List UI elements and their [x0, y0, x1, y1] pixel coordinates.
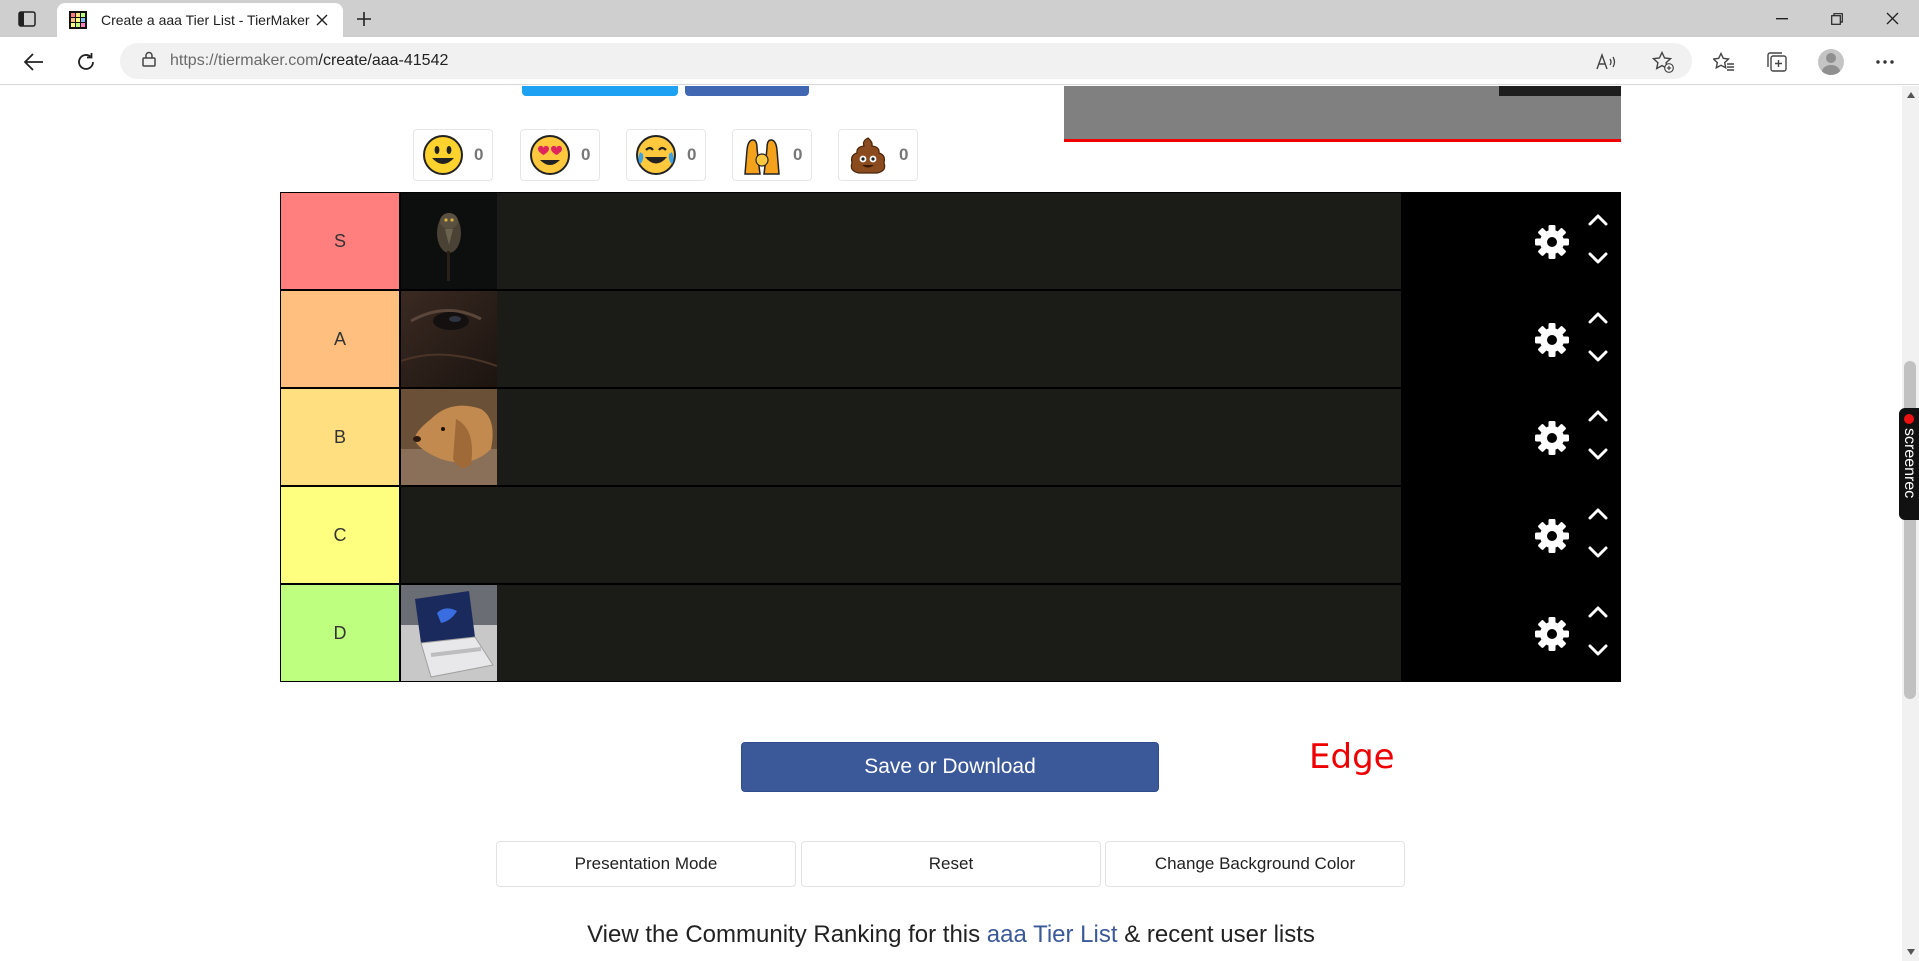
tier-label[interactable]: C: [281, 487, 399, 583]
reaction-count: 0: [899, 145, 909, 164]
settings-gear-icon[interactable]: [1531, 417, 1573, 459]
tier-label[interactable]: A: [281, 291, 399, 387]
tier-controls: [1525, 291, 1621, 387]
tier-items-dropzone[interactable]: [401, 193, 1401, 289]
url-text: https://tiermaker.com/create/aaa-41542: [170, 52, 449, 69]
community-ranking-text: View the Community Ranking for this aaa …: [587, 921, 1315, 948]
owl-photo-item[interactable]: [401, 193, 497, 289]
tab-title: Create a aaa Tier List - TierMaker: [101, 12, 310, 28]
reaction-heart-eyes[interactable]: 0: [520, 129, 600, 181]
collections-icon[interactable]: [1761, 46, 1793, 78]
move-up-icon[interactable]: [1583, 307, 1613, 329]
read-aloud-icon[interactable]: [1591, 46, 1623, 78]
tier-items-dropzone[interactable]: [401, 585, 1401, 681]
move-down-icon[interactable]: [1583, 541, 1613, 563]
settings-gear-icon[interactable]: [1531, 515, 1573, 557]
tier-list-board: S A B C D: [280, 192, 1621, 682]
scroll-up-icon[interactable]: [1902, 87, 1919, 103]
tier-controls: [1525, 389, 1621, 485]
refresh-icon[interactable]: [70, 46, 102, 78]
twitter-share-button[interactable]: [522, 86, 678, 96]
tier-label[interactable]: S: [281, 193, 399, 289]
reaction-count: 0: [793, 145, 803, 164]
tier-controls: [1525, 487, 1621, 583]
close-tab-icon[interactable]: [313, 11, 331, 29]
save-or-download-button[interactable]: Save or Download: [741, 742, 1159, 792]
move-up-icon[interactable]: [1583, 503, 1613, 525]
move-up-icon[interactable]: [1583, 405, 1613, 427]
scroll-down-icon[interactable]: [1902, 944, 1919, 960]
edge-annotation: Edge: [1309, 737, 1395, 777]
reaction-poo[interactable]: 0: [838, 129, 918, 181]
dog-photo-item[interactable]: [401, 389, 497, 485]
heart-eyes-face-icon: [529, 134, 571, 176]
facebook-share-button[interactable]: [685, 86, 809, 96]
lock-icon[interactable]: [142, 51, 156, 72]
reaction-tears-of-joy[interactable]: 0: [626, 129, 706, 181]
restore-icon[interactable]: [1810, 0, 1864, 37]
reset-button[interactable]: Reset: [801, 841, 1101, 887]
settings-gear-icon[interactable]: [1531, 613, 1573, 655]
settings-gear-icon[interactable]: [1531, 221, 1573, 263]
move-up-icon[interactable]: [1583, 601, 1613, 623]
reaction-raising-hands[interactable]: 0: [732, 129, 812, 181]
move-down-icon[interactable]: [1583, 345, 1613, 367]
tears-of-joy-face-icon: [635, 134, 677, 176]
presentation-mode-button[interactable]: Presentation Mode: [496, 841, 796, 887]
new-tab-icon[interactable]: [351, 7, 377, 31]
close-window-icon[interactable]: [1865, 0, 1919, 37]
laptop-photo-item[interactable]: [401, 585, 497, 681]
page-viewport: 0 0 0 0 0 S A B C D Save or Download Edg…: [0, 86, 1902, 961]
tab-bar: Create a aaa Tier List - TierMaker: [0, 0, 1919, 37]
browser-tab[interactable]: Create a aaa Tier List - TierMaker: [57, 3, 343, 37]
change-background-color-button[interactable]: Change Background Color: [1105, 841, 1405, 887]
move-up-icon[interactable]: [1583, 209, 1613, 231]
tier-items-dropzone[interactable]: [401, 291, 1401, 387]
favorites-icon[interactable]: [1708, 46, 1740, 78]
move-down-icon[interactable]: [1583, 443, 1613, 465]
tiermaker-favicon-icon: [69, 11, 87, 29]
record-dot-icon: [1904, 414, 1914, 424]
add-favorite-icon[interactable]: [1647, 46, 1679, 78]
minimize-icon[interactable]: [1755, 0, 1809, 37]
url-field[interactable]: https://tiermaker.com/create/aaa-41542: [120, 43, 1692, 79]
tier-controls: [1525, 585, 1621, 681]
tier-items-dropzone[interactable]: [401, 389, 1401, 485]
reaction-count: 0: [581, 145, 591, 164]
tier-list-link[interactable]: aaa Tier List: [987, 921, 1118, 948]
back-icon[interactable]: [18, 46, 50, 78]
tier-row-d: D: [280, 584, 1621, 681]
tier-controls: [1525, 193, 1621, 289]
grinning-face-icon: [422, 134, 464, 176]
tab-actions-icon[interactable]: [14, 8, 40, 30]
profile-avatar[interactable]: [1815, 46, 1847, 78]
tier-items-dropzone[interactable]: [401, 487, 1401, 583]
tier-row-s: S: [280, 192, 1621, 289]
move-down-icon[interactable]: [1583, 247, 1613, 269]
pile-of-poo-icon: [847, 134, 889, 176]
avatar: [1818, 49, 1844, 75]
address-bar: https://tiermaker.com/create/aaa-41542: [0, 37, 1919, 85]
tier-label[interactable]: B: [281, 389, 399, 485]
screenrec-label: screenrec: [1901, 428, 1918, 499]
move-down-icon[interactable]: [1583, 639, 1613, 661]
settings-gear-icon[interactable]: [1531, 319, 1573, 361]
tier-row-a: A: [280, 290, 1621, 387]
tier-label[interactable]: D: [281, 585, 399, 681]
more-menu-icon[interactable]: [1869, 46, 1901, 78]
ad-close-bar[interactable]: [1499, 86, 1621, 96]
raising-hands-icon: [741, 134, 783, 176]
tier-row-c: C: [280, 486, 1621, 583]
horse-eye-photo-item[interactable]: [401, 291, 497, 387]
reaction-count: 0: [687, 145, 697, 164]
reaction-grinning[interactable]: 0: [413, 129, 493, 181]
screenrec-widget[interactable]: screenrec: [1899, 408, 1919, 520]
reaction-count: 0: [474, 145, 484, 164]
tier-row-b: B: [280, 388, 1621, 485]
